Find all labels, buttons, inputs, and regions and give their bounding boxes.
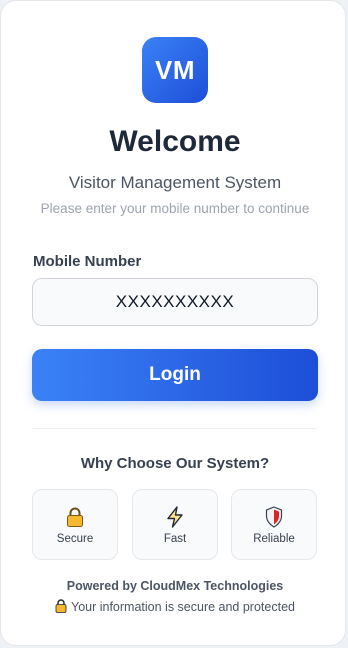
app-logo: VM — [142, 37, 208, 103]
feature-card-secure: Secure — [32, 489, 118, 560]
feature-label: Fast — [163, 533, 187, 545]
powered-by-text: Powered by CloudMex Technologies — [66, 579, 284, 593]
lock-icon — [55, 598, 67, 616]
feature-label: Reliable — [253, 533, 295, 545]
lightning-icon — [133, 506, 217, 528]
feature-card-reliable: Reliable — [231, 489, 317, 560]
login-button[interactable]: Login — [32, 349, 318, 401]
shield-icon — [232, 506, 316, 528]
feature-label: Secure — [56, 533, 94, 545]
security-note-text: Your information is secure and protected — [71, 600, 295, 614]
mobile-number-label: Mobile Number — [33, 253, 142, 270]
login-card: VM Welcome Visitor Management System Ple… — [0, 0, 346, 646]
page-title: Welcome — [109, 125, 241, 158]
security-note: Your information is secure and protected — [1, 598, 348, 616]
logo-text: VM — [155, 54, 195, 85]
feature-card-fast: Fast — [132, 489, 218, 560]
mobile-number-input[interactable] — [32, 278, 318, 326]
features-heading: Why Choose Our System? — [80, 455, 270, 472]
lock-icon — [33, 506, 117, 528]
divider — [33, 428, 317, 429]
page-subtitle: Visitor Management System — [68, 173, 282, 192]
instruction-text: Please enter your mobile number to conti… — [40, 201, 310, 216]
